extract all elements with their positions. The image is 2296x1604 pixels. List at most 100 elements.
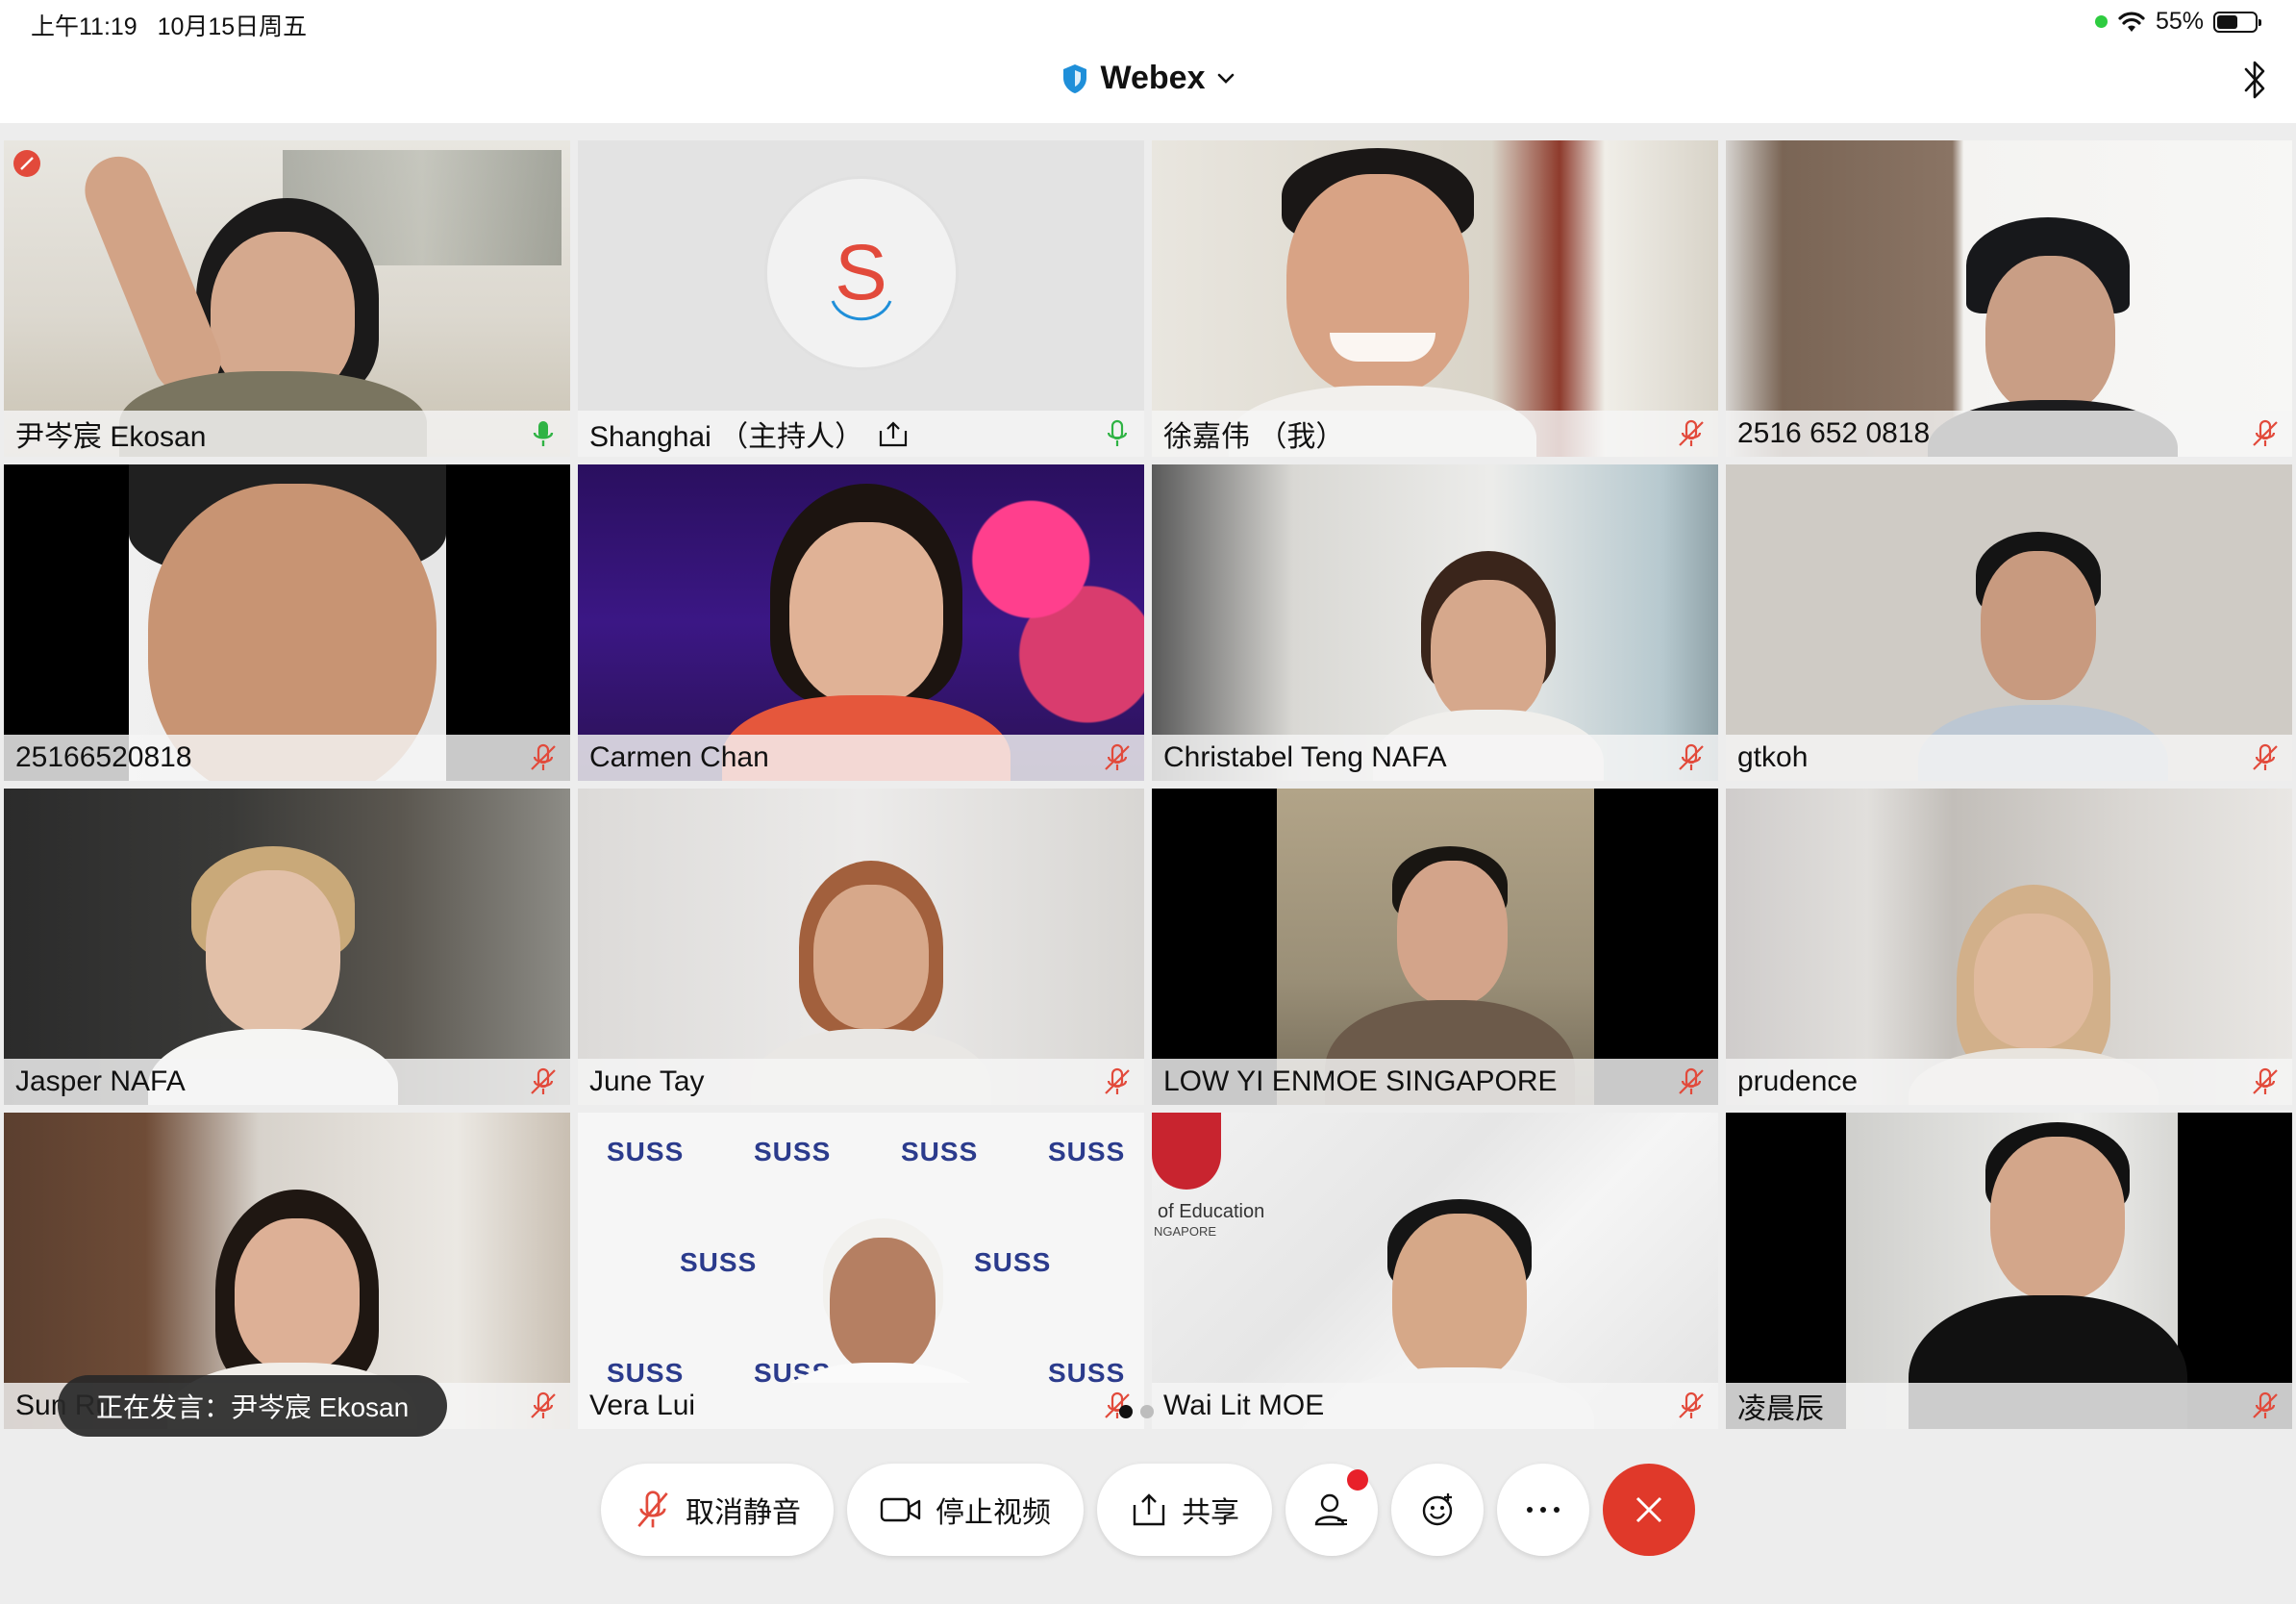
suss-logo: SUSS bbox=[1048, 1137, 1126, 1166]
participant-video bbox=[1152, 789, 1718, 1105]
participant-video bbox=[1726, 464, 2292, 781]
title-bar: Webex bbox=[0, 46, 2296, 123]
participant-tile[interactable]: June Tay bbox=[578, 789, 1144, 1105]
leave-meeting-button[interactable] bbox=[1603, 1464, 1695, 1556]
participant-name: Vera Lui bbox=[589, 1390, 696, 1421]
participant-tile[interactable]: 凌晨辰 bbox=[1726, 1113, 2292, 1429]
participant-avatar: S bbox=[766, 179, 956, 368]
participant-name: June Tay bbox=[589, 1065, 705, 1097]
mic-muted-icon bbox=[1679, 1067, 1704, 1094]
sharing-icon bbox=[880, 421, 908, 447]
participant-video bbox=[4, 464, 570, 781]
participants-button[interactable] bbox=[1285, 1464, 1378, 1556]
participant-name-bar: Carmen Chan bbox=[578, 735, 1144, 781]
participant-name-bar: Jasper NAFA bbox=[4, 1059, 570, 1105]
mic-muted-icon bbox=[2253, 743, 2278, 770]
bluetooth-icon[interactable] bbox=[2238, 56, 2271, 104]
participant-tile[interactable]: S Shanghai （主持人） bbox=[578, 140, 1144, 457]
meeting-title: Webex bbox=[1100, 60, 1206, 96]
participant-name: 凌晨辰 bbox=[1737, 1393, 1824, 1425]
mic-muted-icon bbox=[531, 1067, 556, 1094]
suss-logo: SUSS bbox=[901, 1137, 979, 1166]
participant-video bbox=[4, 789, 570, 1105]
moe-backdrop-subtext: NGAPORE bbox=[1154, 1224, 1217, 1239]
mic-muted-icon bbox=[1105, 1067, 1130, 1094]
wifi-icon bbox=[2118, 11, 2145, 32]
suss-logo: SUSS bbox=[607, 1137, 685, 1166]
meeting-controls: 取消静音 停止视频 共享 bbox=[0, 1464, 2296, 1556]
status-date: 10月15日周五 bbox=[157, 13, 308, 40]
participant-tile[interactable]: 2516 652 0818 bbox=[1726, 140, 2292, 457]
battery-icon bbox=[2213, 11, 2261, 33]
participant-tile[interactable]: 25166520818 bbox=[4, 464, 570, 781]
participant-name: Christabel Teng NAFA bbox=[1163, 741, 1447, 773]
participant-tile[interactable]: of Education NGAPORE Wai Lit MOE bbox=[1152, 1113, 1718, 1429]
meeting-title-button[interactable]: Webex bbox=[0, 60, 2296, 97]
mic-muted-icon bbox=[1679, 419, 1704, 446]
chevron-down-icon bbox=[1218, 73, 1235, 84]
participant-name: 25166520818 bbox=[15, 741, 192, 773]
participant-name-bar: Wai Lit MOE bbox=[1152, 1383, 1718, 1429]
reactions-button[interactable] bbox=[1391, 1464, 1484, 1556]
participant-video bbox=[578, 464, 1144, 781]
participant-name: 尹岑宸 Ekosan bbox=[15, 421, 207, 453]
mic-active-icon bbox=[533, 421, 554, 446]
moe-crest bbox=[1152, 1113, 1221, 1190]
participant-tile[interactable]: SUSS SUSS SUSS SUSS SUSS SUSS SUSS SUSS … bbox=[578, 1113, 1144, 1429]
more-options-button[interactable] bbox=[1497, 1464, 1589, 1556]
share-button[interactable]: 共享 bbox=[1097, 1464, 1272, 1556]
status-time: 上午11:19 bbox=[31, 13, 137, 40]
participant-tile[interactable]: 尹岑宸 Ekosan bbox=[4, 140, 570, 457]
participant-name-bar: 凌晨辰 bbox=[1726, 1383, 2292, 1429]
status-indicators: 55% bbox=[2094, 8, 2261, 36]
unmute-label: 取消静音 bbox=[686, 1497, 801, 1529]
participant-name: 徐嘉伟 （我） bbox=[1163, 421, 1345, 453]
mic-unmuted-icon bbox=[1107, 419, 1128, 446]
participant-name-bar: 2516 652 0818 bbox=[1726, 411, 2292, 457]
participant-name-bar: LOW YI ENMOE SINGAPORE bbox=[1152, 1059, 1718, 1105]
suss-logo: SUSS bbox=[680, 1247, 758, 1277]
participant-tile[interactable]: Carmen Chan bbox=[578, 464, 1144, 781]
participant-video bbox=[1152, 140, 1718, 457]
video-grid: 尹岑宸 Ekosan S Shanghai （主持人） 徐嘉伟 （我） 2516… bbox=[4, 140, 2292, 1429]
participants-icon bbox=[1314, 1493, 1347, 1526]
participant-name: 2516 652 0818 bbox=[1737, 417, 1931, 449]
suss-logo: SUSS bbox=[754, 1137, 832, 1166]
participant-name: LOW YI ENMOE SINGAPORE bbox=[1163, 1065, 1558, 1097]
share-icon bbox=[1133, 1493, 1165, 1526]
participant-tile[interactable]: Jasper NAFA bbox=[4, 789, 570, 1105]
page-dot-active[interactable] bbox=[1119, 1405, 1133, 1418]
participant-video bbox=[4, 140, 570, 457]
participant-name-bar: Vera Lui bbox=[578, 1383, 1144, 1429]
participant-name: Jasper NAFA bbox=[15, 1065, 186, 1097]
mic-muted-icon bbox=[2253, 1067, 2278, 1094]
participant-tile[interactable]: Christabel Teng NAFA bbox=[1152, 464, 1718, 781]
mic-muted-icon bbox=[1105, 743, 1130, 770]
participant-name: prudence bbox=[1737, 1065, 1859, 1097]
battery-percent: 55% bbox=[2155, 8, 2204, 35]
mic-muted-icon bbox=[531, 743, 556, 770]
participant-name: Shanghai （主持人） bbox=[589, 421, 864, 453]
participant-name-bar: June Tay bbox=[578, 1059, 1144, 1105]
emoji-icon bbox=[1422, 1493, 1453, 1526]
status-time-date: 上午11:19 10月15日周五 bbox=[31, 8, 307, 42]
unmute-button[interactable]: 取消静音 bbox=[601, 1464, 834, 1556]
shield-icon bbox=[1062, 63, 1086, 93]
stop-video-button[interactable]: 停止视频 bbox=[847, 1464, 1084, 1556]
mic-muted-icon bbox=[2253, 1391, 2278, 1418]
page-dot[interactable] bbox=[1140, 1405, 1154, 1418]
share-label: 共享 bbox=[1182, 1497, 1239, 1529]
participant-tile[interactable]: 徐嘉伟 （我） bbox=[1152, 140, 1718, 457]
participant-tile[interactable]: prudence bbox=[1726, 789, 2292, 1105]
more-icon bbox=[1527, 1507, 1560, 1513]
mic-muted-icon bbox=[2253, 419, 2278, 446]
suss-logo: SUSS bbox=[974, 1247, 1052, 1277]
video-camera-icon bbox=[880, 1497, 921, 1522]
moe-backdrop-text: of Education bbox=[1158, 1201, 1265, 1222]
page-indicator[interactable] bbox=[1119, 1405, 1154, 1418]
mic-muted-icon bbox=[531, 1391, 556, 1418]
participant-name: Carmen Chan bbox=[589, 741, 769, 773]
participant-tile[interactable]: LOW YI ENMOE SINGAPORE bbox=[1152, 789, 1718, 1105]
participant-tile[interactable]: gtkoh bbox=[1726, 464, 2292, 781]
camera-in-use-indicator bbox=[2094, 15, 2108, 28]
